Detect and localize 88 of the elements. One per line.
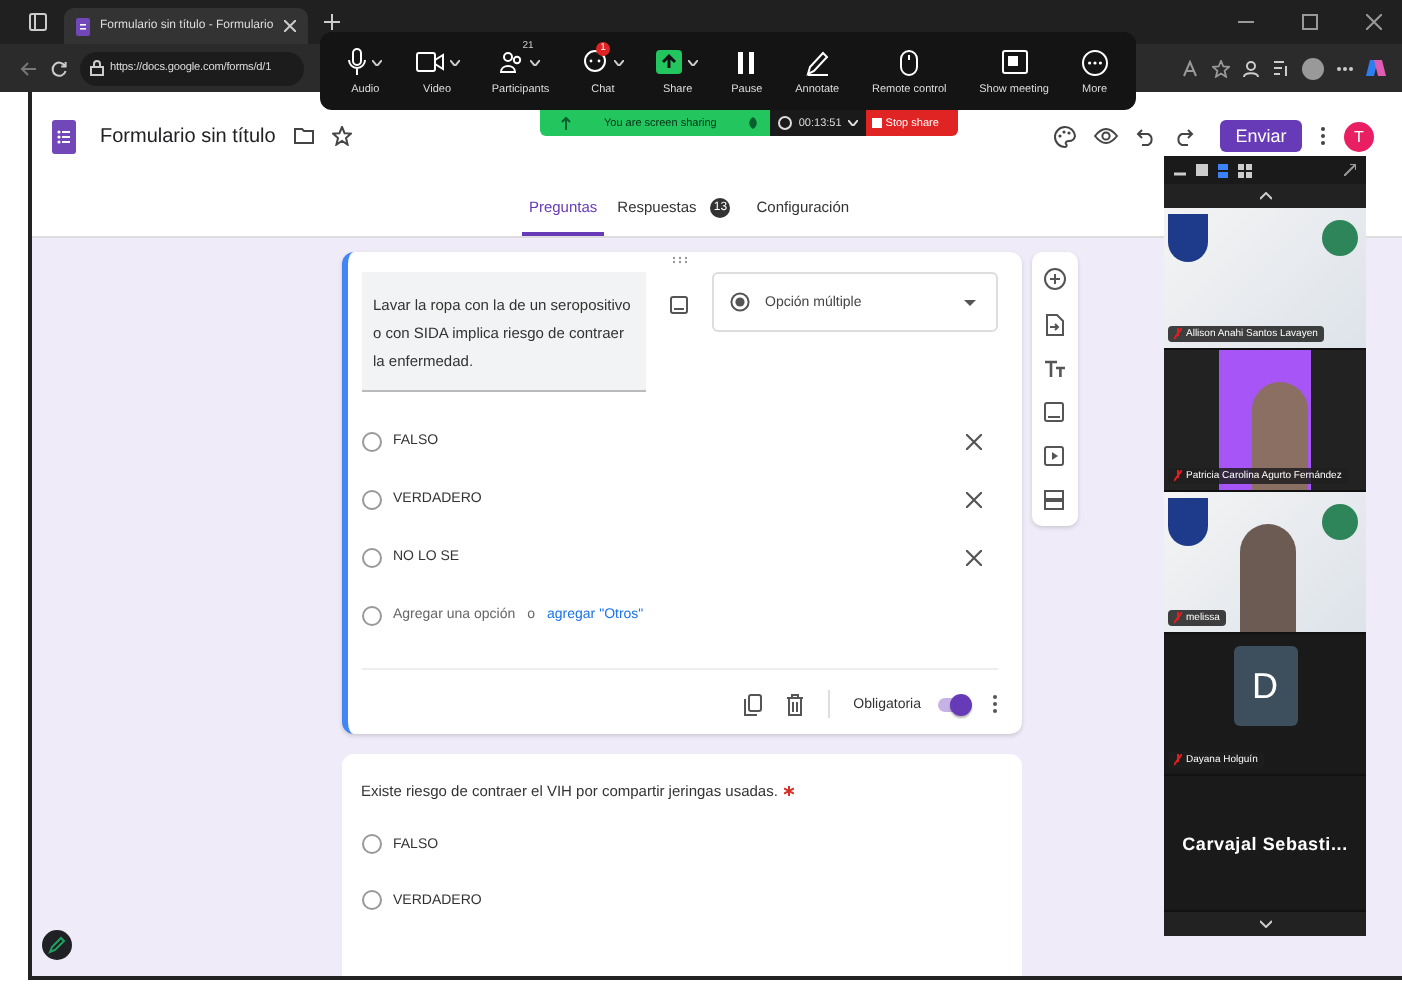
edit-button[interactable]	[42, 930, 72, 960]
star-icon[interactable]	[331, 126, 352, 146]
forms-icon	[76, 17, 90, 35]
chat-icon	[581, 50, 608, 74]
strip-view-icon[interactable]	[1218, 163, 1228, 177]
image-icon[interactable]	[1044, 402, 1064, 422]
meeting-window-icon	[1001, 50, 1028, 74]
more-icon[interactable]	[1320, 126, 1326, 146]
participant-name: Carvajal Sebasti...	[1180, 833, 1350, 853]
arrow-up-icon	[560, 116, 572, 130]
stop-icon	[871, 118, 882, 128]
maximize-icon[interactable]	[1302, 14, 1318, 30]
close-icon[interactable]	[1366, 14, 1382, 30]
redo-icon[interactable]	[1174, 127, 1194, 145]
tab-actions-icon[interactable]	[28, 12, 48, 32]
muted-mic-icon	[1174, 612, 1182, 624]
pencil-icon	[48, 936, 66, 954]
radio-button[interactable]	[361, 547, 381, 567]
video-icon[interactable]	[1044, 446, 1064, 466]
send-button[interactable]: Enviar	[1220, 120, 1302, 152]
radio-button[interactable]	[361, 834, 381, 854]
video-camera-icon	[415, 52, 444, 72]
drag-handle-icon[interactable]	[671, 256, 687, 264]
radio-icon	[361, 605, 381, 625]
forms-logo-icon[interactable]	[52, 119, 76, 153]
title-text-icon[interactable]	[1043, 360, 1065, 378]
trash-icon[interactable]	[785, 693, 804, 715]
person-silhouette	[1240, 524, 1296, 632]
muted-mic-icon	[1174, 470, 1182, 482]
caret-icon[interactable]	[372, 59, 383, 65]
shield-logo-icon	[1168, 214, 1208, 262]
refresh-icon[interactable]	[50, 59, 68, 77]
grid-view-icon[interactable]	[1238, 163, 1252, 177]
radio-button[interactable]	[361, 489, 381, 509]
muted-mic-icon	[1174, 328, 1182, 340]
more-icon[interactable]	[1336, 65, 1354, 71]
chevron-up-icon	[1259, 192, 1271, 200]
required-toggle[interactable]	[937, 697, 967, 711]
participants-icon	[500, 50, 525, 74]
caret-icon	[963, 299, 975, 305]
remove-icon[interactable]	[965, 491, 981, 507]
duplicate-icon[interactable]	[743, 693, 762, 715]
image-icon[interactable]	[669, 296, 687, 314]
remove-icon[interactable]	[965, 549, 981, 565]
shield-icon	[748, 116, 759, 130]
back-icon[interactable]	[20, 59, 38, 77]
caret-icon[interactable]	[613, 59, 624, 65]
chevron-down-icon	[1259, 920, 1271, 928]
undo-icon[interactable]	[1136, 127, 1156, 145]
radio-option-icon	[729, 292, 749, 312]
account-avatar[interactable]: T	[1344, 121, 1374, 151]
copilot-icon[interactable]	[1366, 58, 1386, 78]
caret-icon	[847, 120, 858, 126]
radio-button[interactable]	[361, 431, 381, 451]
close-icon[interactable]	[283, 20, 296, 32]
import-icon[interactable]	[1045, 314, 1063, 336]
favorites-icon[interactable]	[1272, 59, 1290, 77]
more-icon	[1081, 49, 1108, 75]
folder-icon[interactable]	[293, 128, 314, 144]
expand-icon[interactable]	[1344, 164, 1356, 176]
section-icon[interactable]	[1044, 490, 1064, 510]
more-icon[interactable]	[991, 694, 997, 714]
remove-icon[interactable]	[965, 433, 981, 449]
clock-icon	[778, 116, 793, 130]
pause-icon	[738, 51, 755, 73]
pen-icon	[805, 49, 830, 75]
palette-icon[interactable]	[1054, 125, 1076, 147]
star-icon[interactable]	[1212, 59, 1230, 77]
round-logo-icon	[1322, 504, 1358, 540]
form-title[interactable]: Formulario sin título	[100, 125, 276, 147]
mouse-icon	[900, 49, 919, 75]
profile-avatar[interactable]	[1302, 57, 1324, 79]
add-question-icon[interactable]	[1043, 268, 1065, 290]
caret-icon[interactable]	[688, 59, 699, 65]
radio-button[interactable]	[361, 890, 381, 910]
microphone-icon	[348, 48, 367, 76]
caret-icon[interactable]	[449, 59, 460, 65]
shield-logo-icon	[1168, 498, 1208, 546]
extensions-icon[interactable]	[1242, 59, 1260, 77]
round-logo-icon	[1322, 220, 1358, 256]
participant-avatar: D	[1233, 646, 1297, 726]
muted-mic-icon	[1174, 754, 1182, 766]
share-screen-icon	[656, 50, 683, 74]
preview-eye-icon[interactable]	[1094, 128, 1118, 144]
read-aloud-icon[interactable]	[1182, 59, 1200, 77]
plus-icon[interactable]	[323, 14, 340, 30]
lock-icon[interactable]	[90, 60, 104, 76]
caret-icon[interactable]	[530, 59, 541, 65]
